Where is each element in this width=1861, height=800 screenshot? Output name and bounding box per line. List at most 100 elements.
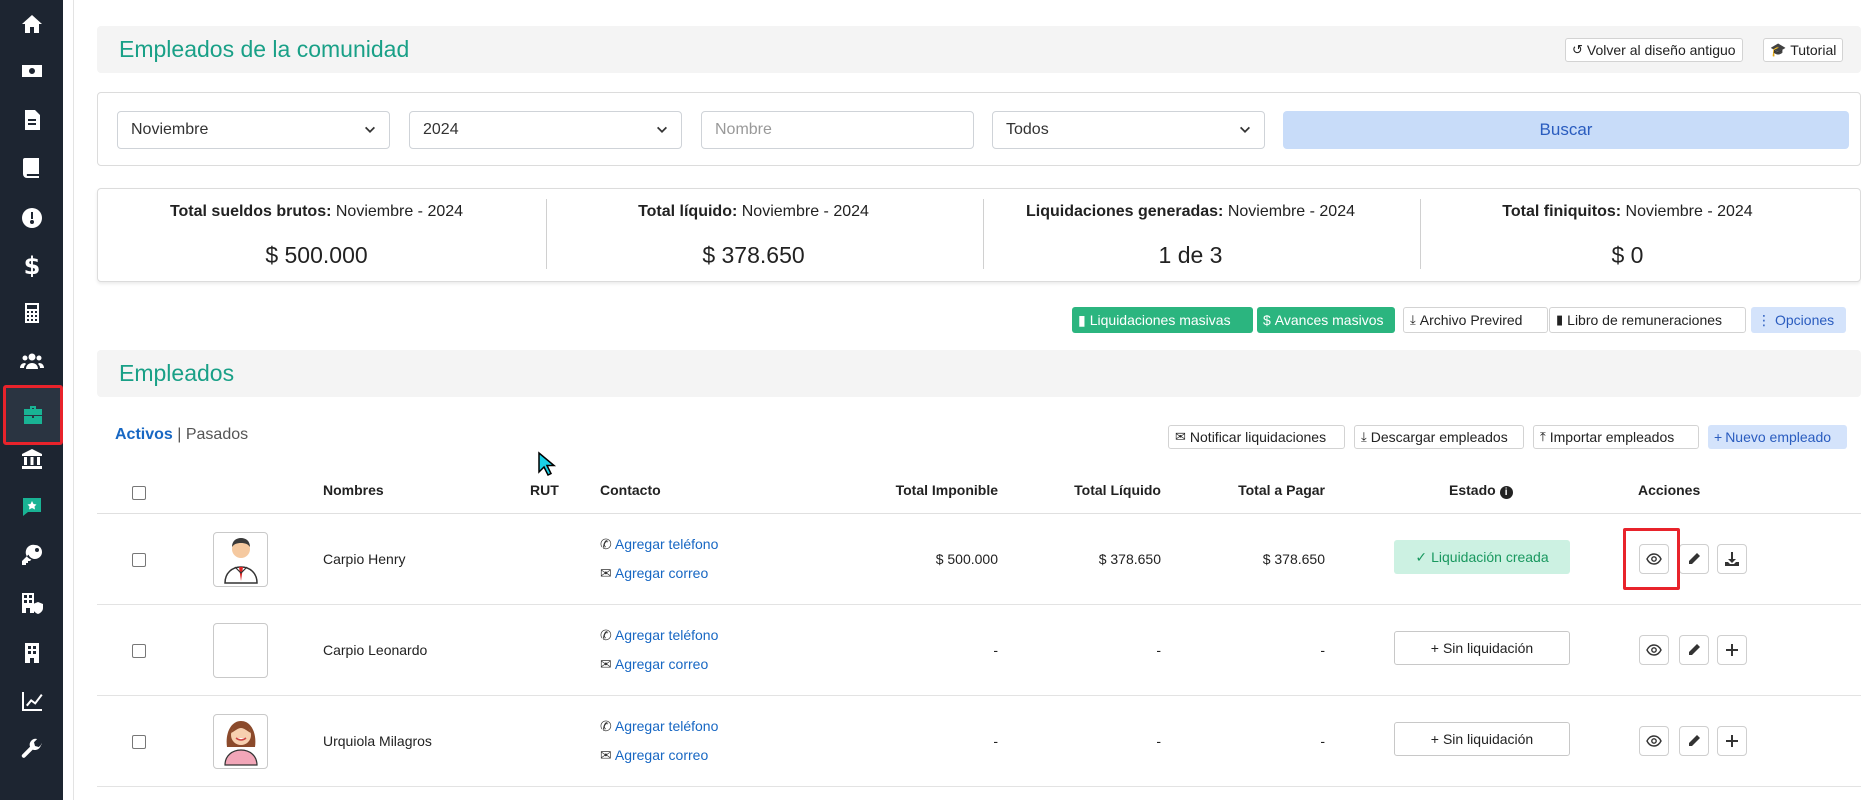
new-employee-label: Nuevo empleado <box>1725 429 1832 445</box>
dollar-icon[interactable]: $ <box>0 242 63 288</box>
mass-advances-button[interactable]: $ Avances masivos <box>1257 307 1395 333</box>
total-imponible: - <box>993 642 998 658</box>
add-button[interactable] <box>1717 635 1747 665</box>
import-employees-button[interactable]: ⤒ Importar empleados <box>1533 425 1699 449</box>
info-icon[interactable]: i <box>1499 486 1513 499</box>
main-content: Empleados de la comunidad ↺ Volver al dis… <box>97 0 1861 800</box>
notify-payroll-button[interactable]: ✉ Notificar liquidaciones <box>1168 425 1345 449</box>
envelope-icon: ✉ <box>600 565 612 581</box>
stat-period: Noviembre - 2024 <box>1227 203 1355 220</box>
add-phone-link[interactable]: ✆ Agregar teléfono <box>600 627 718 644</box>
add-phone-link[interactable]: ✆ Agregar teléfono <box>600 718 718 735</box>
add-email-link[interactable]: ✉ Agregar correo <box>600 656 708 673</box>
download-button[interactable] <box>1717 544 1747 574</box>
status-badge[interactable]: ✓ Liquidación creada <box>1394 540 1570 574</box>
chart-icon[interactable] <box>0 678 63 724</box>
table-row: Carpio Henry ✆ Agregar teléfono ✉ Agrega… <box>97 514 1861 605</box>
notify-label: Notificar liquidaciones <box>1189 429 1327 445</box>
book-icon: ▮ <box>1556 312 1564 327</box>
add-button[interactable] <box>1717 726 1747 756</box>
add-email-link[interactable]: ✉ Agregar correo <box>600 747 708 764</box>
download-employees-button[interactable]: ⤓ Descargar empleados <box>1354 425 1524 449</box>
status-badge[interactable]: + Sin liquidación <box>1394 722 1570 756</box>
building-icon[interactable] <box>0 630 63 676</box>
mouse-cursor-icon <box>538 451 557 477</box>
edit-button[interactable] <box>1679 635 1709 665</box>
total-pagar: - <box>1320 642 1325 658</box>
col-nombres: Nombres <box>323 482 384 498</box>
money-icon[interactable] <box>0 48 63 94</box>
month-select[interactable]: Noviembre <box>117 111 390 149</box>
phone-icon: ✆ <box>600 718 612 734</box>
document-icon[interactable] <box>0 97 63 143</box>
import-employees-label: Importar empleados <box>1549 429 1675 445</box>
key-icon[interactable] <box>0 532 63 578</box>
add-phone-link[interactable]: ✆ Agregar teléfono <box>600 536 718 553</box>
name-input[interactable]: Nombre <box>701 111 974 149</box>
avatar <box>213 623 268 678</box>
dashboard-icon[interactable] <box>0 194 63 240</box>
search-button[interactable]: Buscar <box>1283 111 1849 149</box>
plus-icon <box>1726 735 1738 747</box>
eye-icon <box>1646 735 1662 747</box>
users-icon[interactable] <box>0 338 63 384</box>
payroll-book-button[interactable]: ▮ Libro de remuneraciones <box>1549 307 1746 333</box>
wrench-icon[interactable] <box>0 727 63 773</box>
add-phone-label: Agregar teléfono <box>614 718 719 734</box>
status-badge[interactable]: + Sin liquidación <box>1394 631 1570 665</box>
previred-button[interactable]: ⤓ Archivo Previred <box>1403 307 1548 333</box>
edit-button[interactable] <box>1679 544 1709 574</box>
old-design-button[interactable]: ↺ Volver al diseño antiguo <box>1565 38 1743 62</box>
tab-past[interactable]: Pasados <box>186 426 248 443</box>
calculator-icon[interactable] <box>0 290 63 336</box>
pencil-icon <box>1689 644 1700 655</box>
stat-value: $ 378.650 <box>702 242 805 268</box>
col-pagar: Total a Pagar <box>1238 482 1325 498</box>
row-checkbox[interactable] <box>132 553 146 567</box>
content-divider <box>73 0 74 800</box>
options-button[interactable]: ⋮ Opciones <box>1751 307 1846 333</box>
mass-payroll-button[interactable]: ▮ Liquidaciones masivas <box>1072 307 1253 333</box>
year-select[interactable]: 2024 <box>409 111 682 149</box>
col-imponible: Total Imponible <box>895 482 998 498</box>
tab-active[interactable]: Activos <box>115 426 173 443</box>
row-checkbox[interactable] <box>132 644 146 658</box>
building-shield-icon[interactable] <box>0 580 63 626</box>
stat-period: Noviembre - 2024 <box>741 203 869 220</box>
page-title: Empleados de la comunidad <box>119 36 410 62</box>
check-icon: ✓ <box>1415 548 1428 565</box>
woman-avatar-icon <box>223 720 258 766</box>
add-phone-label: Agregar teléfono <box>614 627 719 643</box>
col-acciones: Acciones <box>1638 482 1701 498</box>
row-checkbox[interactable] <box>132 735 146 749</box>
bank-icon[interactable] <box>0 436 63 482</box>
total-pagar: - <box>1320 733 1325 749</box>
table-row: Carpio Leonardo ✆ Agregar teléfono ✉ Agr… <box>97 605 1861 696</box>
edit-button[interactable] <box>1679 726 1709 756</box>
home-icon[interactable] <box>0 1 63 47</box>
page-header: Empleados de la comunidad ↺ Volver al dis… <box>97 26 1861 73</box>
chat-icon[interactable] <box>0 484 63 530</box>
add-email-label: Agregar correo <box>614 565 709 581</box>
employee-name: Carpio Leonardo <box>323 642 428 658</box>
status-select[interactable]: Todos <box>992 111 1265 149</box>
plus-icon <box>1726 644 1738 656</box>
add-phone-label: Agregar teléfono <box>614 536 719 552</box>
new-employee-button[interactable]: + Nuevo empleado <box>1708 425 1847 449</box>
sidebar: $ <box>0 0 63 800</box>
view-button[interactable] <box>1639 726 1669 756</box>
select-all-checkbox[interactable] <box>132 486 146 500</box>
tutorial-label: Tutorial <box>1790 42 1837 58</box>
book-icon[interactable] <box>0 145 63 191</box>
view-button[interactable] <box>1639 635 1669 665</box>
employees-header: Empleados <box>97 350 1861 397</box>
add-email-label: Agregar correo <box>614 747 709 763</box>
tutorial-button[interactable]: 🎓 Tutorial <box>1763 38 1844 62</box>
avatar <box>213 714 268 769</box>
envelope-icon: ✉ <box>600 656 612 672</box>
add-email-link[interactable]: ✉ Agregar correo <box>600 565 708 582</box>
status-label: Sin liquidación <box>1442 640 1534 656</box>
stat-label: Total sueldos brutos: <box>169 203 332 220</box>
table-row: Urquiola Milagros ✆ Agregar teléfono ✉ A… <box>97 696 1861 787</box>
download-icon <box>1725 552 1739 566</box>
